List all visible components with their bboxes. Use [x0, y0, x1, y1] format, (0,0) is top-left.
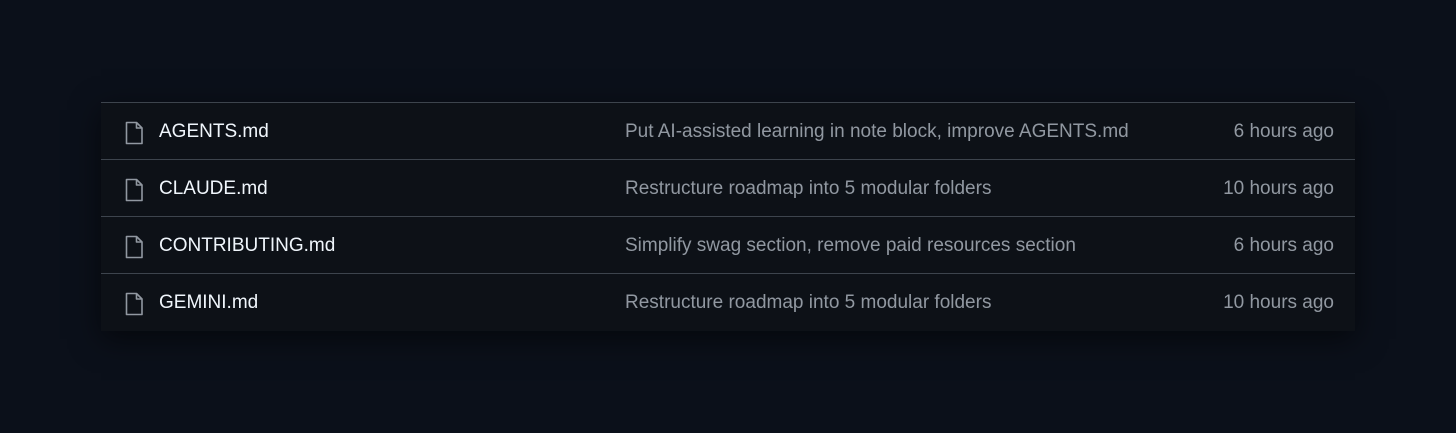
- file-row[interactable]: CLAUDE.md Restructure roadmap into 5 mod…: [101, 160, 1355, 217]
- commit-time: 10 hours ago: [1223, 292, 1334, 313]
- file-list: AGENTS.md Put AI-assisted learning in no…: [101, 102, 1355, 331]
- commit-message-link[interactable]: Restructure roadmap into 5 modular folde…: [625, 160, 991, 217]
- file-icon: [124, 292, 144, 316]
- commit-message-link[interactable]: Simplify swag section, remove paid resou…: [625, 217, 1076, 274]
- commit-message-link[interactable]: Put AI-assisted learning in note block, …: [625, 103, 1129, 160]
- commit-message-link[interactable]: Restructure roadmap into 5 modular folde…: [625, 274, 991, 331]
- file-name-link[interactable]: CLAUDE.md: [159, 160, 268, 217]
- file-row[interactable]: GEMINI.md Restructure roadmap into 5 mod…: [101, 274, 1355, 331]
- file-icon: [124, 235, 144, 259]
- file-row[interactable]: CONTRIBUTING.md Simplify swag section, r…: [101, 217, 1355, 274]
- commit-time: 10 hours ago: [1223, 178, 1334, 199]
- file-name-link[interactable]: CONTRIBUTING.md: [159, 217, 335, 274]
- file-icon: [124, 121, 144, 145]
- commit-time: 6 hours ago: [1233, 235, 1334, 256]
- file-name-link[interactable]: GEMINI.md: [159, 274, 258, 331]
- file-name-link[interactable]: AGENTS.md: [159, 103, 269, 160]
- file-icon: [124, 178, 144, 202]
- commit-time: 6 hours ago: [1233, 121, 1334, 142]
- file-row[interactable]: AGENTS.md Put AI-assisted learning in no…: [101, 103, 1355, 160]
